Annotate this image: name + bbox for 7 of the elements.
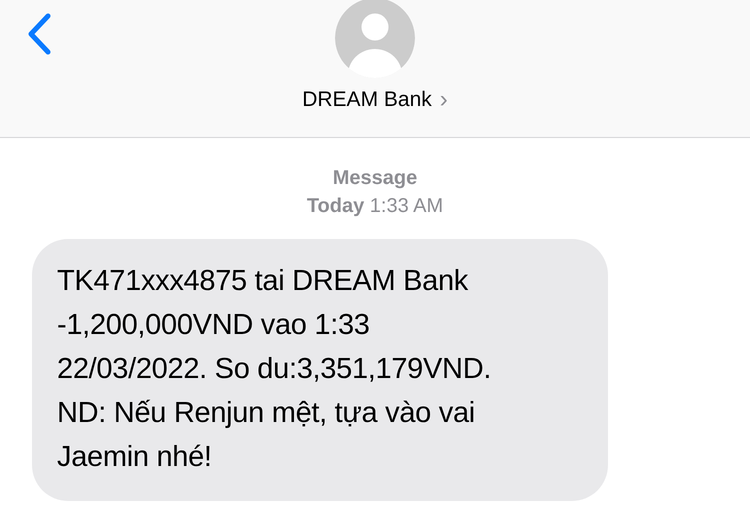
back-chevron-icon bbox=[26, 12, 52, 56]
contact-name: DREAM Bank bbox=[302, 88, 432, 112]
message-timestamp: Today 1:33 AM bbox=[306, 194, 444, 219]
message-bubble: TK471xxx4875 tai DREAM Bank -1,200,000VND vao 1:33 22/03/2022. So du:3,351,179VND. ND: Nếu Renjun mệt, tựa vào vai Jaemin nhé! bbox=[32, 239, 608, 501]
contact-name-button[interactable]: DREAM Bank › bbox=[302, 88, 448, 112]
service-label: Message bbox=[332, 166, 418, 191]
chevron-icon: › bbox=[440, 88, 448, 112]
